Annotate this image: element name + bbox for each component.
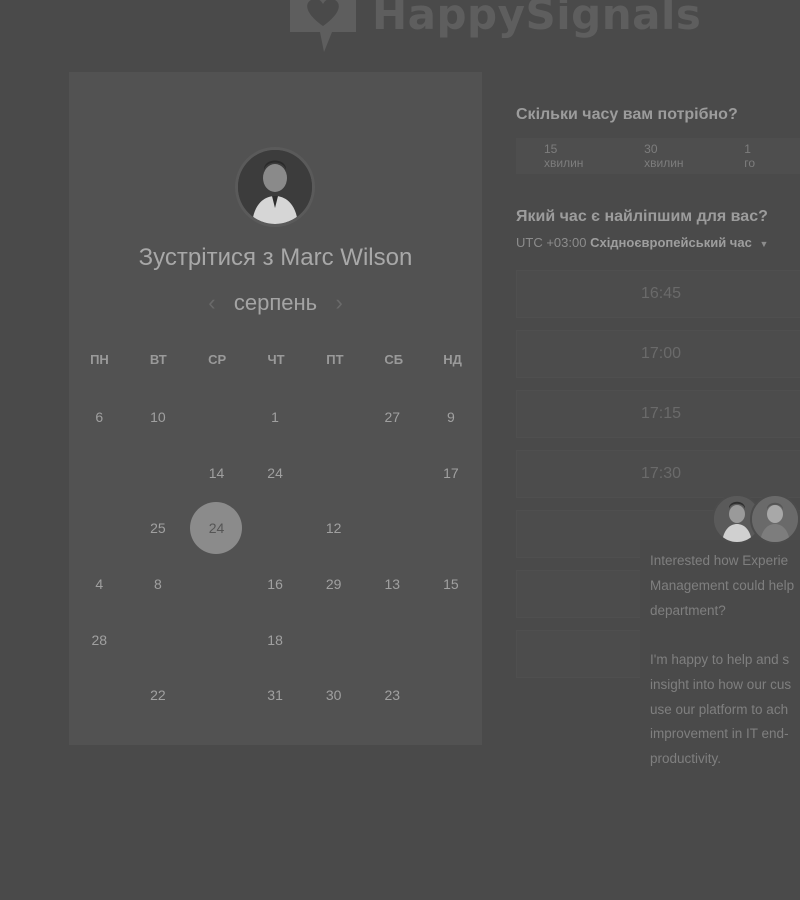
time-slot-label: 17:15 [640,405,681,422]
calendar-day [304,391,363,443]
weekday-label: СР [208,352,227,367]
calendar-day[interactable]: 14 [187,447,246,499]
calendar-day[interactable]: 6 [70,391,129,443]
calendar-week: 25 24 12 [70,500,483,556]
calendar-day [70,447,129,499]
chat-line: I'm happy to help and s [650,652,790,667]
calendar-day [187,391,246,443]
calendar-day [187,558,246,610]
calendar-day [70,502,129,554]
calendar-day[interactable]: 4 [70,558,129,610]
calendar-day [363,502,422,554]
chat-line: department? [650,602,726,618]
timezone-offset: UTC +03:00 [516,235,587,250]
calendar-day[interactable]: 18 [246,614,305,666]
calendar-day[interactable]: 12 [304,502,363,554]
chat-line: productivity. [650,751,722,767]
calendar-day[interactable]: 23 [363,669,422,721]
weekday-header: ПН ВТ СР ЧТ ПТ СБ НД [69,352,482,367]
timezone-selector[interactable]: UTC +03:00 Східноєвропейський час ▼ [516,235,768,250]
calendar-day [129,447,188,499]
calendar-day [187,614,246,666]
time-slot-label: 17:30 [640,465,681,482]
timezone-name: Східноєвропейський час [590,235,752,250]
month-name: серпень [233,290,318,315]
time-slot[interactable]: 17:30 [516,450,800,498]
calendar-day [422,614,481,666]
time-slot[interactable]: 17:00 [516,330,800,378]
calendar-day[interactable]: 22 [129,669,188,721]
calendar-day[interactable]: 10 [129,391,188,443]
calendar-week: 14 24 17 [70,445,483,501]
chat-line: insight into how our cus [650,676,792,692]
calendar-week: 6 10 1 27 9 [70,389,483,445]
duration-question: Скільки часу вам потрібно? [516,106,738,123]
calendar-day [187,669,246,721]
calendar-day-selected[interactable]: 24 [187,502,246,555]
calendar-day[interactable]: 1 [246,391,305,443]
time-slot[interactable]: 16:45 [516,270,800,318]
calendar-day [246,502,305,554]
calendar-day[interactable]: 30 [304,669,363,721]
calendar-day [304,447,363,499]
chat-line: improvement in IT end- [650,726,789,742]
weekday-label: ЧТ [267,352,285,367]
chat-message: I'm happy to help and s insight into how… [650,648,800,772]
calendar-day [422,669,481,721]
time-slot-label: 16:45 [640,285,681,302]
weekday-label: СБ [384,352,404,367]
calendar-day[interactable]: 28 [70,614,129,666]
chat-agent-avatars [712,494,800,544]
calendar-day [363,447,422,499]
time-slot-label: 17:00 [640,345,681,362]
time-question: Який час є найліпшим для вас? [516,208,768,225]
weekday-label: ПН [90,352,109,367]
calendar-week: 22 31 30 23 [70,667,483,723]
calendar-day [422,502,481,554]
time-slot[interactable]: 17:15 [516,390,800,438]
heart-speech-bubble-icon [286,0,360,54]
calendar-day[interactable]: 29 [304,558,363,610]
weekday-label: ВТ [149,352,167,367]
calendar-week: 28 18 [70,612,483,668]
calendar-day[interactable]: 31 [246,669,305,721]
duration-option[interactable]: 1 го [744,142,761,170]
duration-option[interactable]: 15 хвилин [544,142,589,170]
calendar-day[interactable]: 8 [129,558,188,610]
calendar-day [70,669,129,721]
calendar-day [363,614,422,666]
calendar-week: 4 8 16 29 13 15 [70,556,483,612]
calendar-day[interactable]: 25 [129,502,188,554]
month-navigator: ‹ серпень › [69,290,482,316]
calendar-day[interactable]: 15 [422,558,481,610]
caret-down-icon: ▼ [759,239,769,249]
calendar-day[interactable]: 16 [246,558,305,610]
happysignals-logo: HappySignals [286,0,701,56]
calendar-day[interactable]: 24 [246,447,305,499]
calendar-day [304,614,363,666]
calendar-day[interactable]: 13 [363,558,422,610]
calendar-grid: 6 10 1 27 9 14 24 17 25 24 12 4 8 16 29 13 15 28 18 22 31 30 2… [70,389,483,723]
calendar-day[interactable]: 9 [422,391,481,443]
chat-line: Management could help [650,577,795,593]
meeting-title: Зустрітися з Marc Wilson [138,244,413,271]
chevron-right-icon[interactable]: › [333,290,345,316]
weekday-label: НД [443,352,462,367]
calendar-day[interactable]: 17 [422,447,481,499]
chat-line: Interested how Experie [650,553,789,568]
duration-option[interactable]: 30 хвилин [644,142,689,170]
host-avatar [235,147,315,227]
weekday-label: ПТ [326,352,344,367]
calendar-day [129,614,188,666]
duration-selector: 15 хвилин 30 хвилин 1 го [516,138,800,174]
calendar-day[interactable]: 27 [363,391,422,443]
brand-name: HappySignals [372,0,702,39]
chat-line: use our platform to ach [650,701,789,717]
avatar [750,494,800,544]
chat-message: Interested how Experie Management could … [650,549,800,623]
chevron-left-icon[interactable]: ‹ [206,290,218,316]
